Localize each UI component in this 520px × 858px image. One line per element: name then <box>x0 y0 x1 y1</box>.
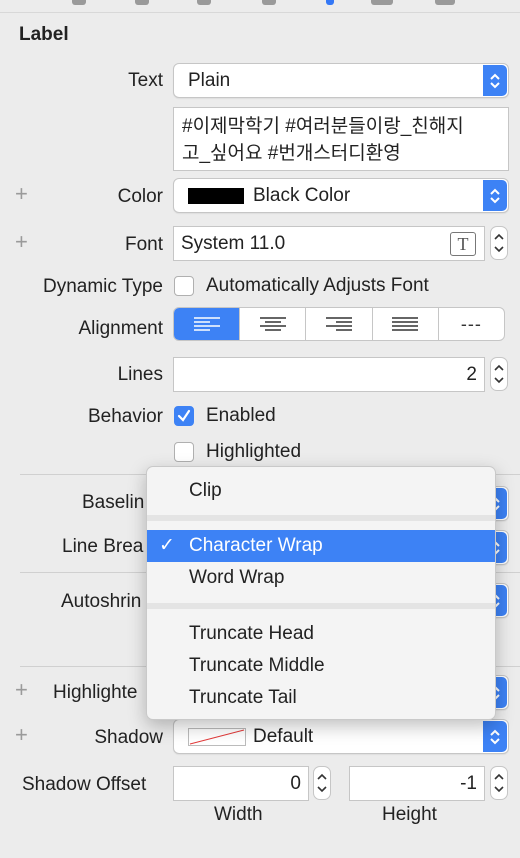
add-highlighted-variation-icon[interactable]: + <box>15 679 28 701</box>
shadow-value: Default <box>253 725 314 747</box>
shadow-offset-height-stepper[interactable] <box>490 766 508 800</box>
help-inspector-icon[interactable] <box>197 0 211 5</box>
dynamic-type-label: Dynamic Type <box>42 276 163 297</box>
line-break-label: Line Brea <box>62 536 144 557</box>
shadow-offset-label: Shadow Offset <box>22 774 147 795</box>
label-text-line-2: 고_싶어요 #번개스터디환영 <box>182 143 401 164</box>
lines-field[interactable]: 2 <box>173 357 485 392</box>
file-inspector-icon[interactable] <box>72 0 86 5</box>
align-justified-icon[interactable] <box>371 308 438 340</box>
dynamic-type-checkbox[interactable] <box>174 276 194 296</box>
enabled-checkbox[interactable] <box>174 406 194 426</box>
text-type-value: Plain <box>188 69 231 91</box>
menu-separator <box>147 515 495 521</box>
size-inspector-icon[interactable] <box>371 0 393 5</box>
menu-item-truncate-head[interactable]: Truncate Head <box>147 618 495 650</box>
behavior-label: Behavior <box>88 406 163 427</box>
checkmark-icon: ✓ <box>159 535 175 556</box>
align-center-icon[interactable] <box>239 308 305 340</box>
toolbar-divider <box>0 12 520 13</box>
dynamic-type-checkbox-label: Automatically Adjusts Font <box>206 275 429 296</box>
shadow-offset-width-field[interactable]: 0 <box>173 766 309 801</box>
add-color-variation-icon[interactable]: + <box>15 183 28 205</box>
popup-arrows-icon <box>483 180 507 211</box>
align-right-icon[interactable] <box>305 308 371 340</box>
shadow-offset-height-value: -1 <box>460 773 477 794</box>
lines-stepper[interactable] <box>490 357 508 391</box>
menu-item-clip[interactable]: Clip <box>147 475 495 507</box>
shadow-label: Shadow <box>94 727 163 748</box>
history-inspector-icon[interactable] <box>135 0 149 5</box>
shadow-offset-height-caption: Height <box>382 804 437 825</box>
attributes-inspector-icon[interactable] <box>326 0 334 5</box>
highlighted-checkbox[interactable] <box>174 442 194 462</box>
font-value: System 11.0 <box>181 233 286 254</box>
shadow-offset-width-caption: Width <box>214 804 263 825</box>
highlighted-color-label: Highlighte <box>53 682 138 703</box>
text-label: Text <box>128 70 163 91</box>
color-label: Color <box>117 186 163 207</box>
add-shadow-variation-icon[interactable]: + <box>15 724 28 746</box>
font-picker-icon[interactable]: T <box>450 232 476 256</box>
shadow-default-swatch <box>188 728 246 746</box>
inspector-tab-bar <box>0 0 520 12</box>
alignment-label: Alignment <box>78 318 164 339</box>
shadow-offset-width-stepper[interactable] <box>313 766 331 800</box>
connections-inspector-icon[interactable] <box>435 0 455 5</box>
popup-arrows-icon <box>483 721 507 752</box>
menu-item-character-wrap[interactable]: ✓ Character Wrap <box>147 530 495 562</box>
shadow-offset-height-field[interactable]: -1 <box>349 766 485 801</box>
text-type-popup[interactable]: Plain <box>173 63 509 98</box>
menu-item-word-wrap[interactable]: Word Wrap <box>147 562 495 594</box>
menu-item-truncate-tail[interactable]: Truncate Tail <box>147 682 495 714</box>
font-field[interactable]: System 11.0 T <box>173 226 485 261</box>
align-natural-glyph: --- <box>460 313 482 334</box>
lines-value: 2 <box>466 364 477 385</box>
alignment-segmented-control: --- <box>173 307 505 341</box>
align-natural-icon[interactable]: --- <box>437 308 504 340</box>
color-value: Black Color <box>253 184 351 206</box>
shadow-popup[interactable]: Default <box>173 719 509 754</box>
section-title: Label <box>19 24 69 45</box>
identity-inspector-icon[interactable] <box>262 0 276 5</box>
menu-item-truncate-middle[interactable]: Truncate Middle <box>147 650 495 682</box>
lines-label: Lines <box>117 364 163 385</box>
baseline-label: Baselin <box>82 492 145 513</box>
autoshrink-label: Autoshrin <box>61 591 142 612</box>
label-text-line-1: #이제막학기 #여러분들이랑_친해지 <box>182 116 464 137</box>
add-font-variation-icon[interactable]: + <box>15 231 28 253</box>
menu-item-label: Character Wrap <box>189 535 323 556</box>
label-text-field[interactable]: #이제막학기 #여러분들이랑_친해지 고_싶어요 #번개스터디환영 <box>173 107 509 171</box>
font-size-stepper[interactable] <box>490 226 508 260</box>
menu-separator <box>147 603 495 609</box>
popup-arrows-icon <box>483 65 507 96</box>
font-label: Font <box>124 234 163 255</box>
align-left-icon[interactable] <box>174 308 240 340</box>
color-swatch <box>188 188 244 204</box>
checkmark-icon <box>177 409 191 422</box>
shadow-offset-width-value: 0 <box>290 773 301 794</box>
line-break-menu: Clip ✓ Character Wrap Word Wrap Truncate… <box>146 466 496 720</box>
enabled-checkbox-label: Enabled <box>206 405 276 426</box>
highlighted-checkbox-label: Highlighted <box>206 441 302 462</box>
color-popup[interactable]: Black Color <box>173 178 509 213</box>
